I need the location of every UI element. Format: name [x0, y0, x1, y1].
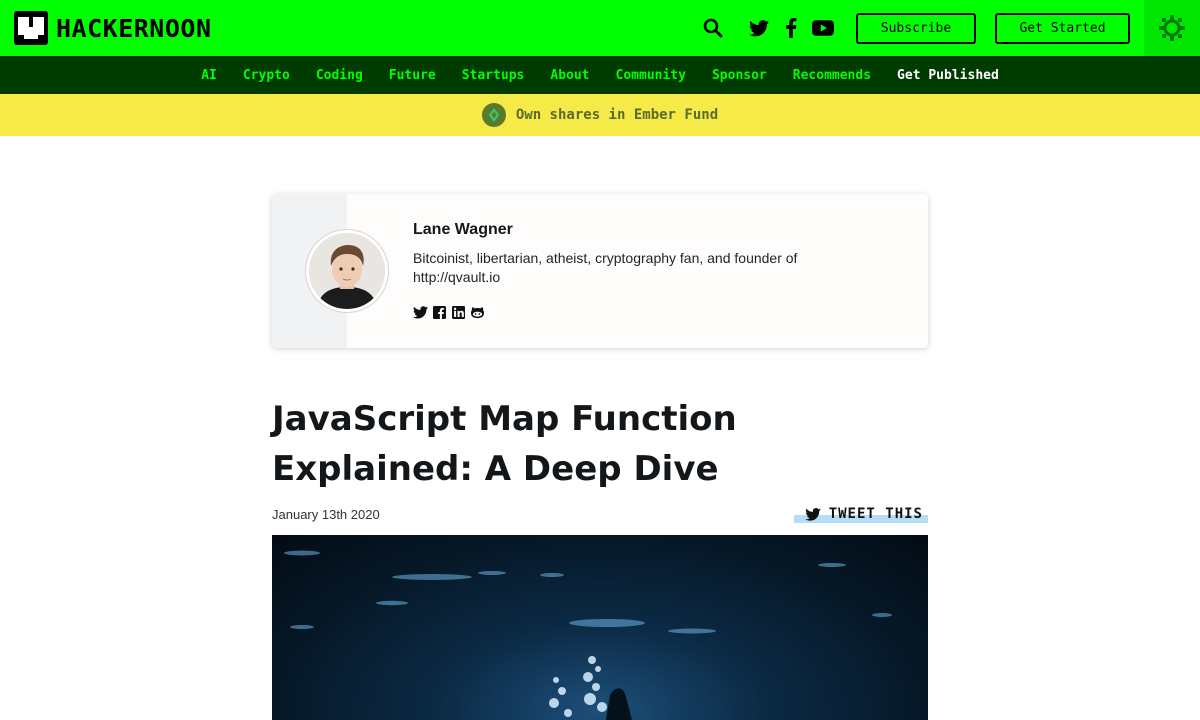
author-bio: Bitcoinist, libertarian, atheist, crypto… — [413, 250, 798, 285]
sun-icon — [1159, 15, 1185, 41]
nav-item-future[interactable]: Future — [389, 68, 436, 83]
tweet-this-button[interactable]: TWEET THIS — [794, 504, 928, 524]
subscribe-button[interactable]: Subscribe — [856, 13, 976, 44]
twitter-icon[interactable] — [746, 15, 772, 41]
nav-item-ai[interactable]: AI — [201, 68, 217, 83]
tweet-this-label: TWEET THIS — [828, 506, 923, 522]
author-card: Lane Wagner Bitcoinist, libertarian, ath… — [272, 194, 928, 348]
nav-item-community[interactable]: Community — [616, 68, 686, 83]
linkedin-icon[interactable] — [451, 305, 466, 320]
promo-banner[interactable]: Own shares in Ember Fund — [0, 94, 1200, 136]
nav-item-recommends[interactable]: Recommends — [793, 68, 871, 83]
nav-item-startups[interactable]: Startups — [462, 68, 525, 83]
facebook-icon[interactable] — [432, 305, 447, 320]
logo-icon — [14, 11, 48, 45]
nav-item-about[interactable]: About — [550, 68, 589, 83]
logo-text: HACKERNOON — [56, 13, 212, 43]
twitter-icon — [804, 507, 821, 521]
youtube-icon[interactable] — [810, 15, 836, 41]
article-title: JavaScript Map Function Explained: A Dee… — [272, 399, 737, 489]
search-icon[interactable] — [700, 15, 726, 41]
get-started-button[interactable]: Get Started — [995, 13, 1130, 44]
nav-item-crypto[interactable]: Crypto — [243, 68, 290, 83]
facebook-icon[interactable] — [778, 15, 804, 41]
nav-item-sponsor[interactable]: Sponsor — [712, 68, 767, 83]
top-header: HACKERNOON Subscribe Get Started — [0, 0, 1200, 56]
author-avatar[interactable] — [306, 230, 388, 312]
article-date: January 13th 2020 — [272, 507, 380, 522]
author-social-links — [413, 305, 485, 320]
hackernoon-logo[interactable]: HACKERNOON — [14, 10, 212, 46]
nav-item-coding[interactable]: Coding — [316, 68, 363, 83]
category-nav: AI Crypto Coding Future Startups About C… — [0, 56, 1200, 94]
author-name[interactable]: Lane Wagner — [413, 221, 513, 239]
article-hero-image — [272, 535, 928, 720]
theme-toggle-button[interactable] — [1144, 0, 1200, 56]
nav-item-get-published[interactable]: Get Published — [897, 68, 999, 83]
ember-fund-icon — [481, 103, 506, 127]
github-icon[interactable] — [470, 305, 485, 320]
top-icon-group — [700, 14, 836, 42]
promo-text: Own shares in Ember Fund — [515, 107, 719, 123]
twitter-icon[interactable] — [413, 305, 428, 320]
